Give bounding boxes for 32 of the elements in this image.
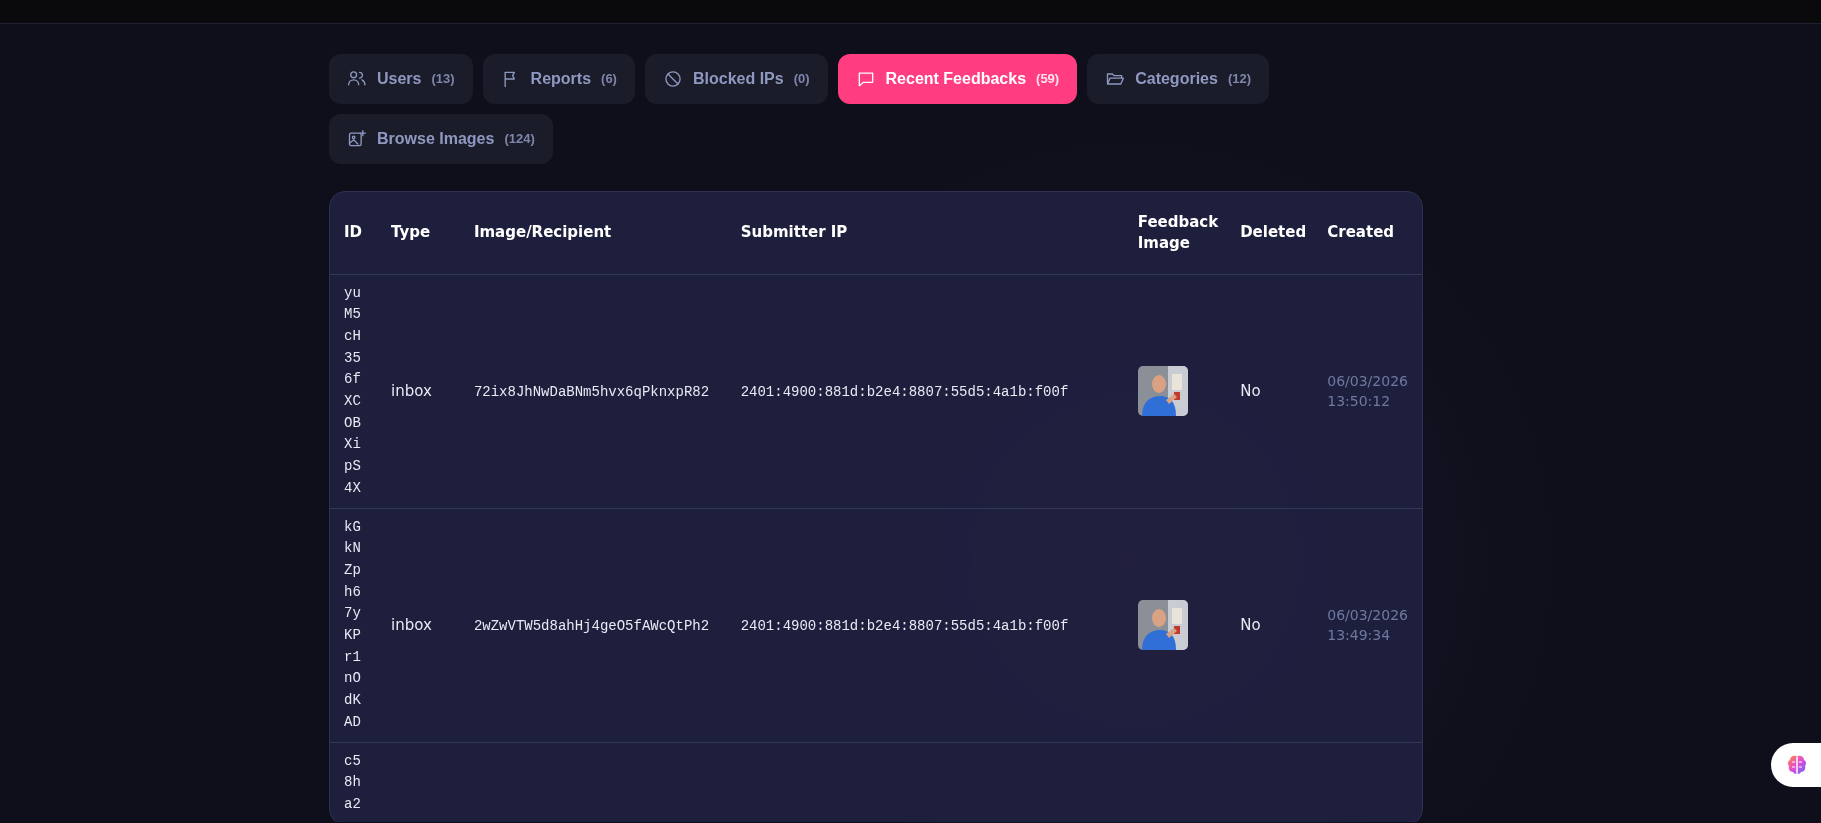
recipient-id: 2wZwVTW5d8ahHj4geO5fAWcQtPh2 xyxy=(473,617,710,634)
recipient-id: 72ix8JhNwDaBNm5hvx6qPknxpR82 xyxy=(473,383,710,400)
column-header: Image/Recipient xyxy=(473,223,612,242)
tab[interactable]: Recent Feedbacks (59) xyxy=(837,54,1078,104)
feedback-id: c58ha2 xyxy=(344,751,361,814)
feedback-type: inbox xyxy=(391,381,432,400)
column-header: Created xyxy=(1327,223,1395,242)
feedback-id: kGkNZph67yKPr1nOdKAD xyxy=(344,517,361,732)
column-header: Deleted xyxy=(1240,223,1307,242)
created-date: 06/03/2026 xyxy=(1327,605,1409,625)
brain-icon xyxy=(1785,753,1809,777)
tab[interactable]: Reports (6) xyxy=(482,54,635,104)
submitter-ip: 2401:4900:881d:b2e4:8807:55d5:4a1b:f00f xyxy=(740,617,1069,634)
image-plus-icon xyxy=(347,129,367,149)
deleted-status: No xyxy=(1240,615,1261,634)
created-date: 06/03/2026 xyxy=(1327,371,1409,391)
brain-icon-button[interactable] xyxy=(1771,743,1821,787)
deleted-status: No xyxy=(1240,381,1261,400)
tab[interactable]: Browse Images (124) xyxy=(329,114,553,164)
column-header: Submitter IP xyxy=(740,223,848,242)
column-header: Type xyxy=(391,223,431,242)
created-time: 13:49:34 xyxy=(1327,626,1392,646)
feedback-type: inbox xyxy=(391,615,432,634)
tab[interactable]: Categories (12) xyxy=(1087,54,1269,104)
feedback-id: yuM5cH356fXCOBXipS4X xyxy=(344,283,361,498)
column-header: ID xyxy=(344,223,363,242)
blocked-icon xyxy=(662,69,683,89)
column-header: Feedback Image xyxy=(1137,212,1219,252)
submitter-ip: 2401:4900:881d:b2e4:8807:55d5:4a1b:f00f xyxy=(740,383,1069,400)
tab[interactable]: Blocked IPs (0) xyxy=(644,54,828,104)
created-time: 13:50:12 xyxy=(1327,392,1392,411)
tab[interactable]: Users (13) xyxy=(329,54,473,104)
